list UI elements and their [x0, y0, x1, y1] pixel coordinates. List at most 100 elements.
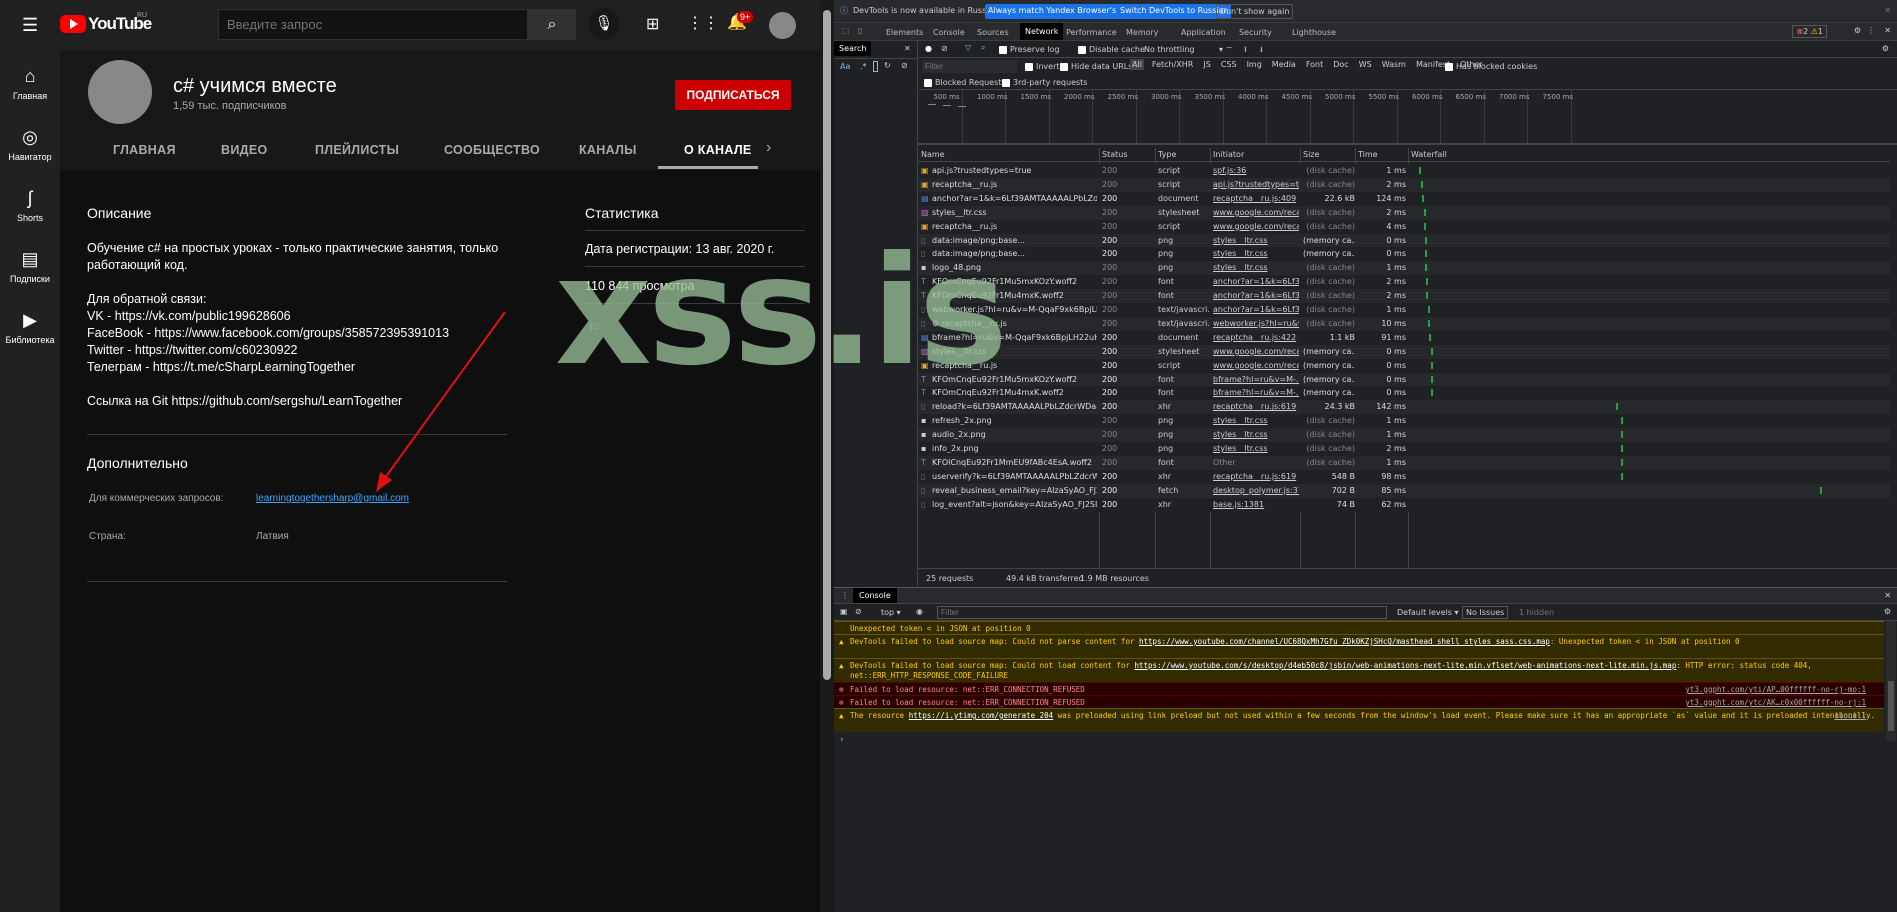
- avatar[interactable]: [769, 12, 796, 39]
- type-filter-fetch-xhr[interactable]: Fetch/XHR: [1150, 59, 1195, 70]
- cell-initiator[interactable]: www.google.com/reca...: [1213, 361, 1299, 370]
- record-icon[interactable]: ●: [925, 44, 932, 53]
- clear-console-icon[interactable]: ⊘: [855, 607, 862, 616]
- live-expression-icon[interactable]: ◉: [916, 607, 923, 616]
- table-row[interactable]: ▪ info_2x.png 200 png styles__ltr.css (disk c…: [918, 442, 1890, 456]
- regex-toggle[interactable]: .*: [860, 62, 867, 71]
- tab-performance[interactable]: Performance: [1066, 28, 1117, 37]
- table-row[interactable]: ▯ log_event?alt=json&key=AIzaSyAO_FJ2SIqU…: [918, 497, 1890, 512]
- drawer-menu-icon[interactable]: ⋮: [841, 591, 849, 600]
- chevron-right-icon[interactable]: ›: [766, 139, 771, 157]
- cell-initiator[interactable]: anchor?ar=1&k=6Lf3...: [1213, 277, 1299, 286]
- table-row[interactable]: ▪ logo_48.png 200 png styles__ltr.css (disk c…: [918, 261, 1890, 276]
- console-prompt[interactable]: ›: [840, 735, 844, 745]
- cell-initiator[interactable]: webworker.js?hl=ru&v...: [1213, 319, 1299, 328]
- network-conditions-icon[interactable]: ▾ ⌔: [1219, 45, 1233, 55]
- switch-to-russian-button[interactable]: Switch DevTools to Russian: [1117, 4, 1232, 19]
- table-row[interactable]: ▤ anchor?ar=1&k=6Lf39AMTAAAAALPbLZdcr... 2…: [918, 191, 1890, 206]
- tab-community[interactable]: СООБЩЕСТВО: [444, 143, 540, 157]
- refresh-icon[interactable]: ↻: [884, 61, 891, 70]
- cell-initiator[interactable]: styles__ltr.css: [1213, 416, 1299, 425]
- table-row[interactable]: ▯ userverify?k=6Lf39AMTAAAAALPbLZdcrWD...…: [918, 469, 1890, 484]
- type-filter-wasm[interactable]: Wasm: [1380, 59, 1408, 70]
- table-row[interactable]: T KFOlCnqEu92Fr1MmEU9fABc4EsA.woff2 200 fon…: [918, 455, 1890, 470]
- column-header-status[interactable]: Status: [1099, 148, 1154, 161]
- table-row[interactable]: ▯ reload?k=6Lf39AMTAAAAALPbLZdcrWDa8Y... 2…: [918, 400, 1890, 415]
- cell-initiator[interactable]: recaptcha__ru.js:409: [1213, 194, 1299, 203]
- log-levels-select[interactable]: Default levels ▾: [1397, 608, 1459, 617]
- column-header-type[interactable]: Type: [1155, 148, 1210, 161]
- subscribe-button[interactable]: ПОДПИСАТЬСЯ: [675, 80, 791, 110]
- message-link[interactable]: https://i.ytimg.com/generate 204: [909, 711, 1054, 720]
- hide-data-urls-checkbox[interactable]: Hide data URLs: [1060, 62, 1132, 71]
- network-filter-input[interactable]: [922, 60, 1017, 73]
- tab-channels[interactable]: КАНАЛЫ: [579, 143, 637, 157]
- close-drawer-icon[interactable]: ✕: [1884, 591, 1891, 600]
- tab-home[interactable]: ГЛАВНАЯ: [113, 143, 176, 157]
- table-row[interactable]: ▣ recaptcha__ru.js 200 script www.google.com…: [918, 358, 1890, 373]
- throttling-select[interactable]: No throttling: [1144, 45, 1195, 54]
- apps-icon[interactable]: ⋮⋮: [687, 13, 719, 33]
- table-row[interactable]: ▯ webworker.js?hl=ru&v=M-QqaF9xk6BpjLH2..…: [918, 303, 1890, 317]
- console-scrollbar[interactable]: [1886, 621, 1896, 741]
- table-row[interactable]: ▯ data:image/png;base... 200 png styles__ltr…: [918, 247, 1890, 262]
- clear-icon[interactable]: ⊘: [901, 61, 908, 70]
- import-har-icon[interactable]: ⭱: [1244, 44, 1247, 58]
- invert-checkbox[interactable]: Invert: [1025, 62, 1060, 71]
- cell-initiator[interactable]: styles__ltr.css: [1213, 444, 1299, 453]
- create-video-icon[interactable]: ⊞: [646, 14, 659, 34]
- message-source-link[interactable]: about:1: [1834, 711, 1866, 721]
- search-icon[interactable]: ⌕: [981, 43, 985, 53]
- clear-log-icon[interactable]: ⊘: [941, 44, 948, 53]
- table-row[interactable]: ▪ audio_2x.png 200 png styles__ltr.css (disk …: [918, 428, 1890, 443]
- tab-lighthouse[interactable]: Lighthouse: [1292, 28, 1336, 37]
- cell-initiator[interactable]: recaptcha__ru.js:422: [1213, 333, 1299, 342]
- has-blocked-cookies-checkbox[interactable]: Has blocked cookies: [1445, 62, 1537, 71]
- type-filter-css[interactable]: CSS: [1219, 59, 1239, 70]
- table-row[interactable]: ▨ styles__ltr.css 200 stylesheet www.google.…: [918, 344, 1890, 359]
- cell-initiator[interactable]: api.js?trustedtypes=tr...: [1213, 180, 1299, 189]
- sidebar-item[interactable]: ▤ Подписки: [0, 249, 60, 284]
- filter-icon[interactable]: ▽: [965, 43, 971, 52]
- table-row[interactable]: T KFOmCnqEu92Fr1Mu4mxK.woff2 200 font bframe…: [918, 386, 1890, 401]
- menu-icon[interactable]: ☰: [22, 15, 38, 36]
- network-settings-icon[interactable]: ⚙: [1882, 44, 1889, 53]
- message-source-link[interactable]: yt3.ggpht.com/yti/AP…00ffffff-no-rj-mo:1: [1685, 685, 1866, 695]
- table-row[interactable]: ▪ refresh_2x.png 200 png styles__ltr.css (dis…: [918, 414, 1890, 429]
- cell-initiator[interactable]: recaptcha__ru.js:619: [1213, 402, 1299, 411]
- tab-elements[interactable]: Elements: [886, 28, 923, 37]
- cell-initiator[interactable]: base.js:1381: [1213, 500, 1299, 509]
- type-filter-js[interactable]: JS: [1201, 59, 1212, 70]
- message-link[interactable]: https://www.youtube.com/channel/UC68QxMh…: [1139, 637, 1550, 646]
- cell-initiator[interactable]: recaptcha__ru.js:619: [1213, 472, 1299, 481]
- column-header-initiator[interactable]: Initiator: [1210, 148, 1300, 161]
- table-row[interactable]: T KFOmCnqEu92Fr1Mu5mxKOzY.woff2 200 font anc…: [918, 275, 1890, 290]
- column-header-time[interactable]: Time: [1355, 148, 1408, 161]
- dont-show-again-button[interactable]: Don't show again: [1216, 4, 1294, 19]
- disable-cache-checkbox[interactable]: Disable cache: [1078, 45, 1145, 54]
- voice-search-button[interactable]: 🎙: [588, 8, 620, 40]
- search-input[interactable]: [218, 9, 528, 40]
- export-har-icon[interactable]: ⭳: [1260, 44, 1263, 58]
- console-settings-icon[interactable]: ⚙: [1884, 607, 1891, 616]
- table-row[interactable]: ▣ recaptcha__ru.js 200 script www.google.com…: [918, 219, 1890, 234]
- console-filter-input[interactable]: [937, 606, 1387, 619]
- device-toolbar-icon[interactable]: ▯: [858, 26, 862, 35]
- close-search-icon[interactable]: ✕: [904, 44, 911, 53]
- table-row[interactable]: ▣ api.js?trustedtypes=true 200 script spf.js…: [918, 164, 1890, 178]
- type-filter-font[interactable]: Font: [1304, 59, 1325, 70]
- cell-initiator[interactable]: www.google.com/reca...: [1213, 347, 1299, 356]
- cell-initiator[interactable]: anchor?ar=1&k=6Lf3...: [1213, 305, 1299, 314]
- tab-sources[interactable]: Sources: [977, 28, 1009, 37]
- type-filter-ws[interactable]: WS: [1357, 59, 1374, 70]
- column-header-name[interactable]: Name: [918, 148, 1098, 161]
- issues-counter[interactable]: ⊗2 ⚠1: [1792, 25, 1827, 38]
- tab-console[interactable]: Console: [933, 28, 965, 37]
- type-filter-media[interactable]: Media: [1270, 59, 1298, 70]
- column-header-waterfall[interactable]: Waterfall: [1408, 148, 1890, 161]
- table-row[interactable]: ▯ data:image/png;base... 200 png styles__ltr…: [918, 233, 1890, 248]
- settings-icon[interactable]: ⚙: [1854, 26, 1861, 35]
- more-options-icon[interactable]: ⋮: [1867, 26, 1875, 35]
- match-case-toggle[interactable]: Aa: [840, 62, 850, 71]
- close-devtools-icon[interactable]: ✕: [1884, 26, 1891, 35]
